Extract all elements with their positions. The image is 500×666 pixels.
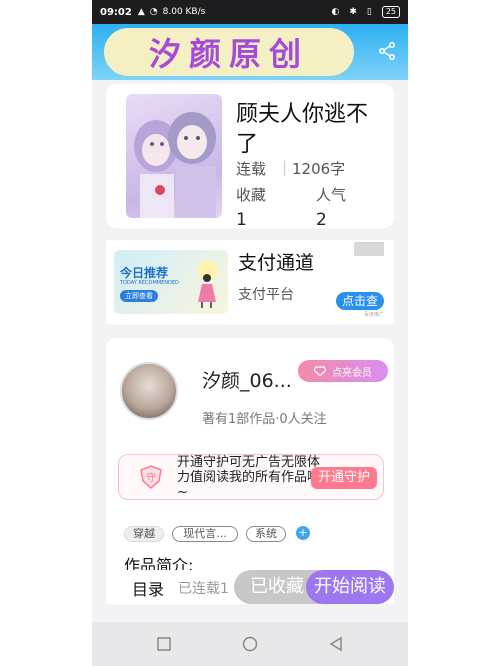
- start-reading-button[interactable]: 开始阅读: [306, 570, 394, 604]
- guard-description: 开通守护可无广告无限体力值阅读我的所有作品哟~: [177, 455, 321, 500]
- author-name[interactable]: 汐颜_06...: [202, 366, 292, 393]
- bottom-action-bar: 目录 已连载1 已收藏 开始阅读: [106, 570, 394, 604]
- system-nav-bar: [92, 622, 408, 666]
- guard-open-button[interactable]: 开通守护: [311, 467, 377, 489]
- author-card: 汐颜_06... 点亮会员 著有1部作品·0人关注 守 开通守护可无广告无限体力…: [106, 338, 394, 598]
- ad-title: 支付通道: [238, 252, 315, 274]
- network-icon: ▲: [137, 7, 145, 17]
- tag-0[interactable]: 穿越: [124, 526, 164, 542]
- nfc-icon: ◐: [331, 7, 340, 17]
- ad-banner-subtitle: TODAY RECOMMENDED: [120, 280, 179, 286]
- status-time: 09:02: [100, 6, 132, 18]
- book-info-card: 顾夫人你逃不了 连载 | 1206字 收藏 人气 1 2: [106, 84, 394, 230]
- book-cover[interactable]: [126, 94, 222, 218]
- speed-text: 8.00 KB/s: [162, 7, 206, 17]
- popularity-label: 人气: [316, 186, 347, 204]
- guard-icon-text: 守: [146, 471, 156, 484]
- vip-badge[interactable]: 点亮会员: [298, 360, 388, 382]
- header: 汐颜原创: [92, 24, 408, 80]
- serial-status: 连载: [236, 160, 267, 178]
- cover-illustration: [134, 112, 216, 218]
- book-title: 顾夫人你逃不了: [236, 102, 369, 157]
- status-bar: 09:02 ▲ ◔ 8.00 KB/s ◐ ✱ ▯ 25: [92, 0, 408, 24]
- ad-close-area[interactable]: [354, 242, 384, 256]
- phone-screen: 09:02 ▲ ◔ 8.00 KB/s ◐ ✱ ▯ 25 汐颜原创 顾夫人你逃不…: [92, 0, 408, 666]
- share-icon[interactable]: [378, 42, 396, 60]
- tag-2[interactable]: 系统: [246, 526, 286, 542]
- favorites-value: 1: [236, 210, 247, 230]
- back-icon[interactable]: [328, 636, 344, 652]
- tag-1[interactable]: 现代言...: [172, 526, 238, 542]
- vibrate-icon: ▯: [366, 7, 372, 17]
- ad-source-tag: 百度推广: [363, 312, 384, 318]
- battery-icon: 25: [381, 6, 400, 18]
- ad-figure-illustration: [198, 260, 218, 308]
- ad-subtitle: 支付平台: [238, 287, 294, 303]
- ad-card[interactable]: 今日推荐 TODAY RECOMMENDED 立即查看 支付通道 支付平台 点击…: [106, 240, 394, 324]
- vip-label: 点亮会员: [332, 367, 372, 379]
- author-stats: 著有1部作品·0人关注: [202, 412, 327, 427]
- ad-click-button[interactable]: 点击查: [336, 292, 384, 310]
- bluetooth-icon: ✱: [349, 7, 357, 17]
- add-tag-button[interactable]: +: [296, 526, 310, 540]
- word-count: 1206字: [292, 160, 346, 178]
- catalog-button[interactable]: 目录: [132, 576, 164, 600]
- recent-apps-icon[interactable]: [156, 636, 172, 652]
- favorites-label: 收藏: [236, 186, 267, 204]
- wifi-icon: ◔: [149, 7, 158, 17]
- diamond-icon: [314, 366, 326, 376]
- popularity-value: 2: [316, 210, 327, 230]
- brand-logo: 汐颜原创: [104, 28, 354, 76]
- avatar[interactable]: [120, 362, 178, 420]
- home-icon[interactable]: [242, 636, 258, 652]
- ad-banner-title: 今日推荐: [120, 266, 169, 280]
- ad-banner-image[interactable]: 今日推荐 TODAY RECOMMENDED 立即查看: [114, 250, 228, 314]
- guard-shield-icon: 守: [140, 465, 162, 489]
- guard-promo: 守 开通守护可无广告无限体力值阅读我的所有作品哟~ 开通守护: [118, 454, 384, 500]
- ad-banner-button: 立即查看: [120, 290, 158, 302]
- meta-divider: |: [282, 158, 288, 176]
